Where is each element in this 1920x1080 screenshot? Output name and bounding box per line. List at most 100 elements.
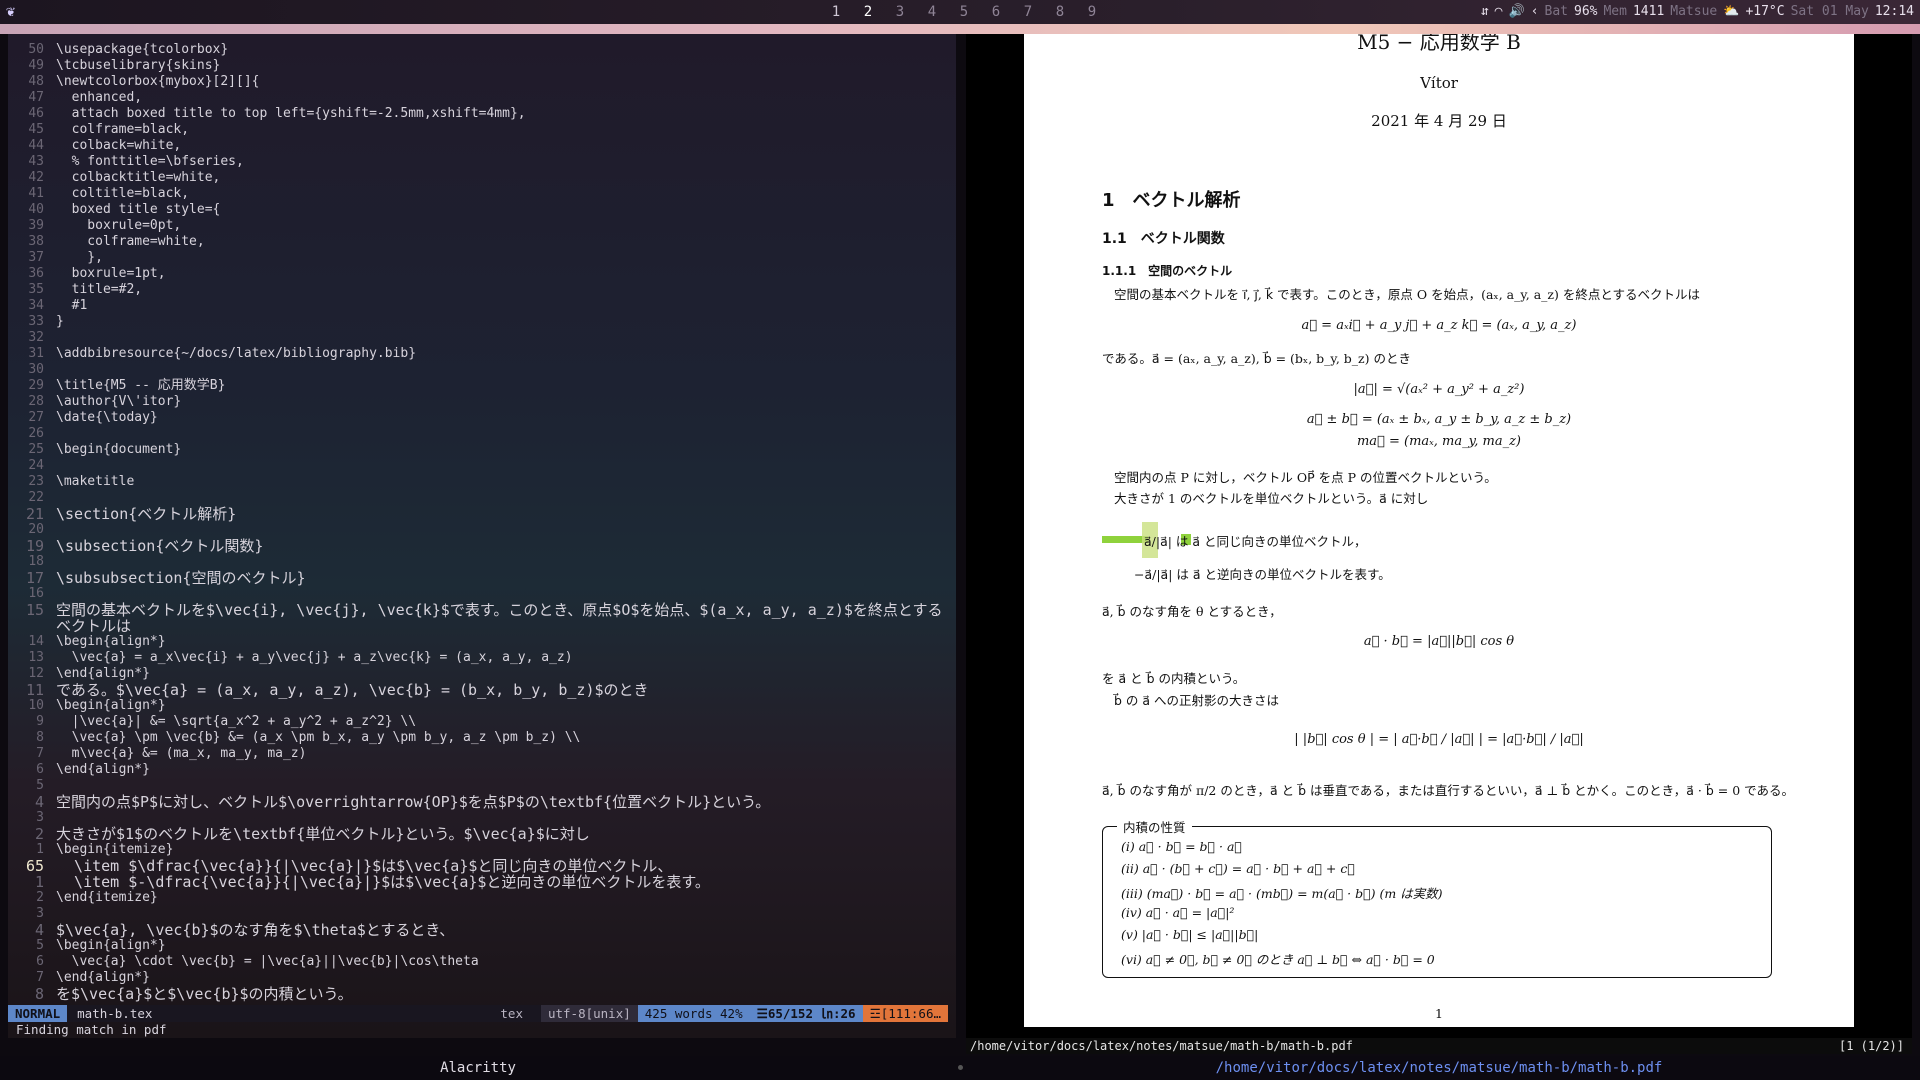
equation-6: | |b⃗| cos θ | = | a⃗·b⃗ / |a⃗| | = |a⃗·… xyxy=(1294,732,1584,747)
line-number: 8 xyxy=(36,730,44,745)
code-line[interactable]: 40 boxed title style={ xyxy=(16,202,948,218)
workspace-6[interactable]: 6 xyxy=(980,0,1012,24)
pdf-viewer-statusbar: /home/vitor/docs/latex/notes/matsue/math… xyxy=(966,1038,1912,1054)
code-line[interactable]: 50 \usepackage{tcolorbox} xyxy=(16,42,948,58)
line-number: 39 xyxy=(28,218,44,233)
workspace-5[interactable]: 5 xyxy=(948,0,980,24)
line-text: \usepackage{tcolorbox} xyxy=(56,42,229,57)
code-line[interactable]: 5 \begin{align*} xyxy=(16,938,948,954)
code-line[interactable]: 29 \title{M5 -- 応用数学B} xyxy=(16,378,948,394)
workspace-8[interactable]: 8 xyxy=(1044,0,1076,24)
code-line[interactable]: 49 \tcbuselibrary{skins} xyxy=(16,58,948,74)
vim-statusline: NORMAL math-b.tex tex utf-8[unix] 425 wo… xyxy=(8,1005,948,1022)
code-line[interactable]: 44 colback=white, xyxy=(16,138,948,154)
line-text: title=#2, xyxy=(56,282,143,297)
code-line[interactable]: 23 \maketitle xyxy=(16,474,948,490)
workspace-7[interactable]: 7 xyxy=(1012,0,1044,24)
weather-location: Matsue xyxy=(1670,4,1718,19)
code-buffer[interactable]: 50 \usepackage{tcolorbox} 49 \tcbuselibrary… xyxy=(16,42,948,1032)
code-line[interactable]: 24 xyxy=(16,458,948,474)
code-line[interactable]: 3 xyxy=(16,810,948,826)
code-line[interactable]: 30 xyxy=(16,362,948,378)
line-number: 2 xyxy=(34,825,44,843)
code-line[interactable]: 34 #1 xyxy=(16,298,948,314)
code-line[interactable]: 3 xyxy=(16,906,948,922)
code-line[interactable]: 26 xyxy=(16,426,948,442)
code-line[interactable]: 22 xyxy=(16,490,948,506)
workspace-3[interactable]: 3 xyxy=(884,0,916,24)
code-line[interactable]: 43 % fonttitle=\bfseries, xyxy=(16,154,948,170)
code-line[interactable]: 32 xyxy=(16,330,948,346)
code-line[interactable]: 1 \begin{itemize} xyxy=(16,842,948,858)
pdf-viewer-window[interactable]: M5 − 応用数学 B Vítor 2021 年 4 月 29 日 1 ベクトル… xyxy=(966,34,1912,1038)
code-line[interactable]: 31 \addbibresource{~/docs/latex/bibliogra… xyxy=(16,346,948,362)
code-line[interactable]: 18 xyxy=(16,554,948,570)
terminal-editor-window[interactable]: 50 \usepackage{tcolorbox} 49 \tcbuselibrary… xyxy=(8,34,956,1038)
window-title-left[interactable]: Alacritty xyxy=(0,1056,956,1080)
code-line[interactable]: 20 xyxy=(16,522,948,538)
line-text: m\vec{a} &= (ma_x, ma_y, ma_z) xyxy=(56,746,307,761)
line-text: \end{itemize} xyxy=(56,890,158,905)
code-line[interactable]: 4 空間内の点$P$に対し、ベクトル$\overrightarrow{OP}$を点… xyxy=(16,794,948,810)
network-icon: ⇵ xyxy=(1480,4,1489,19)
code-line[interactable]: 8 \vec{a} \pm \vec{b} &= (a_x \pm b_x, a… xyxy=(16,730,948,746)
workspace-2[interactable]: 2 xyxy=(852,0,884,24)
code-line[interactable]: 12 \end{align*} xyxy=(16,666,948,682)
word-count: 425 words 42% xyxy=(637,1005,750,1022)
code-line[interactable]: 35 title=#2, xyxy=(16,282,948,298)
code-line[interactable]: 42 colbacktitle=white, xyxy=(16,170,948,186)
code-line[interactable]: 6 \end{align*} xyxy=(16,762,948,778)
code-line[interactable]: 17 \subsubsection{空間のベクトル} xyxy=(16,570,948,586)
line-text: \begin{document} xyxy=(56,442,182,457)
code-line[interactable]: 16 xyxy=(16,586,948,602)
code-line[interactable]: 13 \vec{a} = a_x\vec{i} + a_y\vec{j} + a… xyxy=(16,650,948,666)
code-line[interactable]: 27 \date{\today} xyxy=(16,410,948,426)
code-line[interactable]: 65 \item $\dfrac{\vec{a}}{|\vec{a}|}$は$\… xyxy=(16,858,948,874)
volume-icon[interactable]: 🔊 xyxy=(1509,0,1525,24)
code-line[interactable]: 25 \begin{document} xyxy=(16,442,948,458)
code-line[interactable]: 47 enhanced, xyxy=(16,90,948,106)
code-line[interactable]: 7 m\vec{a} &= (ma_x, ma_y, ma_z) xyxy=(16,746,948,762)
code-line[interactable]: 33} xyxy=(16,314,948,330)
line-number: 50 xyxy=(28,42,44,57)
code-line[interactable]: 9 |\vec{a}| &= \sqrt{a_x^2 + a_y^2 + a_z… xyxy=(16,714,948,730)
line-number: 45 xyxy=(28,122,44,137)
subsubsection-heading: 1.1.1 空間のベクトル xyxy=(1102,264,1233,278)
code-line[interactable]: 46 attach boxed title to top left={yshif… xyxy=(16,106,948,122)
code-line[interactable]: 14 \begin{align*} xyxy=(16,634,948,650)
window-title-right[interactable]: /home/vitor/docs/latex/notes/matsue/math… xyxy=(966,1056,1912,1080)
code-line[interactable]: 19 \subsection{ベクトル関数} xyxy=(16,538,948,554)
workspace-1[interactable]: 1 xyxy=(820,0,852,24)
code-line[interactable]: 10 \begin{align*} xyxy=(16,698,948,714)
code-line[interactable]: 48 \newtcolorbox{mybox}[2][]{ xyxy=(16,74,948,90)
code-line[interactable]: 1 \item $-\dfrac{\vec{a}}{|\vec{a}|}$は$\… xyxy=(16,874,948,890)
code-line[interactable]: 8 を$\vec{a}$と$\vec{b}$の内積という。 xyxy=(16,986,948,1002)
code-line[interactable]: 7 \end{align*} xyxy=(16,970,948,986)
code-line[interactable]: 2 \end{itemize} xyxy=(16,890,948,906)
chevron-left-icon[interactable]: ‹ xyxy=(1531,0,1539,24)
code-line[interactable]: 38 colframe=white, xyxy=(16,234,948,250)
code-line[interactable]: 39 boxrule=0pt, xyxy=(16,218,948,234)
code-line[interactable]: 5 xyxy=(16,778,948,794)
command-line[interactable]: Finding match in pdf xyxy=(16,1022,167,1038)
launcher-icon[interactable]: ❦ xyxy=(6,3,22,19)
code-line[interactable]: 15 空間の基本ベクトルを$\vec{i}, \vec{j}, \vec{k}$で… xyxy=(16,602,948,634)
code-line[interactable]: 2 大きさが$1$のベクトルを\textbf{単位ベクトル}という。$\vec{a… xyxy=(16,826,948,842)
workspace-4[interactable]: 4 xyxy=(916,0,948,24)
code-line[interactable]: 41 coltitle=black, xyxy=(16,186,948,202)
code-line[interactable]: 6 \vec{a} \cdot \vec{b} = |\vec{a}||\vec… xyxy=(16,954,948,970)
workspace-9[interactable]: 9 xyxy=(1076,0,1108,24)
paragraph-7: b⃗ の a⃗ への正射影の大きさは xyxy=(1114,693,1280,708)
code-line[interactable]: 11 である。$\vec{a} = (a_x, a_y, a_z), \vec{b… xyxy=(16,682,948,698)
doc-date: 2021 年 4 月 29 日 xyxy=(1371,112,1507,130)
pdf-page[interactable]: M5 − 応用数学 B Vítor 2021 年 4 月 29 日 1 ベクトル… xyxy=(1024,34,1854,1027)
line-number: 5 xyxy=(36,778,44,793)
code-line[interactable]: 36 boxrule=1pt, xyxy=(16,266,948,282)
wifi-icon[interactable]: ◠ xyxy=(1495,0,1503,24)
code-line[interactable]: 21 \section{ベクトル解析} xyxy=(16,506,948,522)
code-line[interactable]: 28 \author{V\'itor} xyxy=(16,394,948,410)
code-line[interactable]: 37 }, xyxy=(16,250,948,266)
code-line[interactable]: 45 colframe=black, xyxy=(16,122,948,138)
code-line[interactable]: 4 $\vec{a}, \vec{b}$のなす角を$\theta$とするとき、 xyxy=(16,922,948,938)
line-number: 5 xyxy=(36,938,44,953)
